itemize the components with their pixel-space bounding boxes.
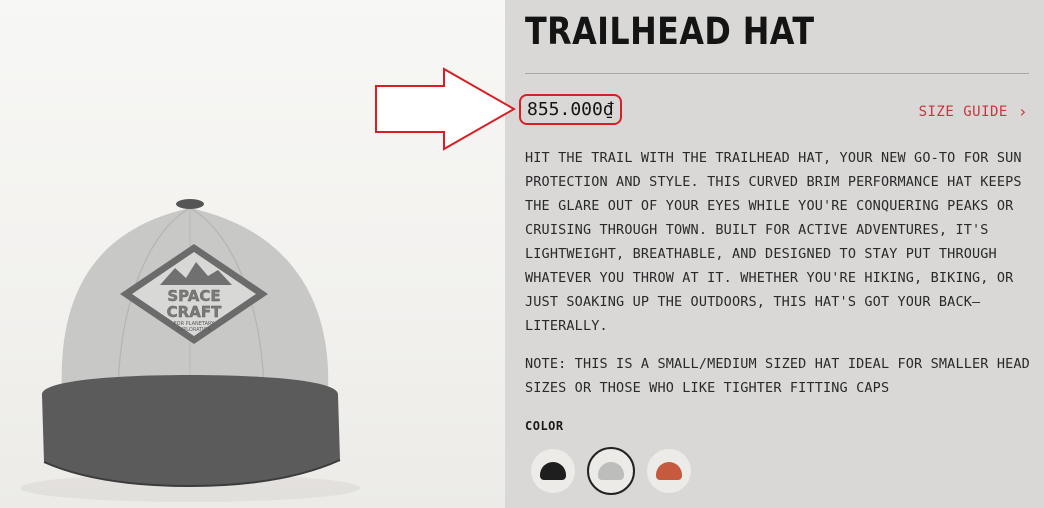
product-description: HIT THE TRAIL WITH THE TRAILHEAD HAT, YO…: [525, 150, 1022, 334]
color-swatch-black[interactable]: [531, 449, 575, 493]
color-swatch-grey[interactable]: [587, 447, 635, 495]
svg-text:EXPLORATION: EXPLORATION: [177, 327, 212, 333]
swatch-hat-icon: [540, 462, 566, 480]
swatch-hat-icon: [656, 462, 682, 480]
product-title: TRAILHEAD HAT: [525, 10, 815, 53]
chevron-right-icon: ›: [1017, 102, 1028, 121]
color-label: COLOR: [525, 419, 564, 433]
color-swatch-rust[interactable]: [647, 449, 691, 493]
product-price: 855.000₫: [519, 94, 622, 125]
size-guide-link[interactable]: SIZE GUIDE ›: [919, 102, 1028, 121]
size-guide-label: SIZE GUIDE: [918, 103, 1008, 120]
product-details: TRAILHEAD HAT 855.000₫ SIZE GUIDE › HIT …: [505, 0, 1044, 508]
arrow-right-icon: [375, 67, 516, 151]
svg-text:CRAFT: CRAFT: [167, 303, 222, 321]
title-divider: [525, 73, 1029, 74]
color-swatches: [531, 447, 691, 495]
product-size-note: NOTE: THIS IS A SMALL/MEDIUM SIZED HAT I…: [525, 356, 1030, 396]
swatch-hat-icon: [598, 462, 624, 480]
